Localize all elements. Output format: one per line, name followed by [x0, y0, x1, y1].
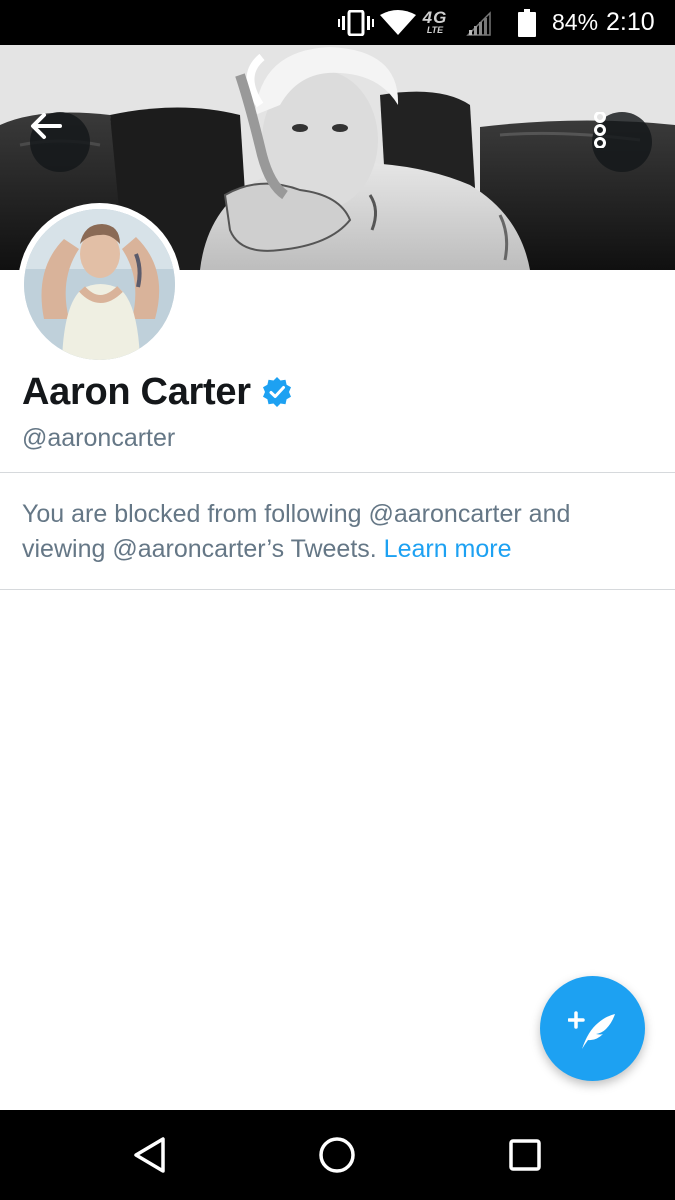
status-bar: 4G LTE 84% 2:10 — [0, 0, 675, 45]
nav-home-icon — [319, 1137, 355, 1173]
avatar[interactable] — [18, 203, 181, 366]
clock: 2:10 — [606, 8, 655, 36]
signal-icon — [466, 0, 494, 45]
divider — [0, 589, 675, 590]
network-type-indicator: 4G LTE — [422, 0, 448, 45]
battery-percent: 84% — [552, 9, 599, 35]
learn-more-link[interactable]: Learn more — [384, 535, 512, 563]
nav-recents-button[interactable] — [480, 1110, 570, 1200]
nav-recents-icon — [509, 1139, 541, 1171]
vibrate-icon — [338, 0, 374, 45]
blocked-notice: You are blocked from following @aaroncar… — [22, 497, 652, 567]
nav-back-icon — [134, 1137, 165, 1173]
display-name-row: Aaron Carter — [22, 368, 293, 416]
username: @aaroncarter — [22, 424, 176, 452]
battery-icon — [518, 0, 538, 45]
more-vertical-icon — [594, 112, 606, 148]
arrow-left-icon — [31, 113, 62, 139]
display-name: Aaron Carter — [22, 370, 251, 413]
back-button[interactable] — [30, 112, 90, 172]
system-nav-bar — [0, 1110, 675, 1200]
nav-back-button[interactable] — [105, 1110, 195, 1200]
wifi-icon — [380, 0, 420, 45]
compose-tweet-button[interactable] — [540, 976, 645, 1081]
verified-badge-icon — [261, 376, 293, 408]
more-options-button[interactable] — [592, 112, 652, 172]
divider — [0, 472, 675, 473]
compose-tweet-icon — [567, 1010, 615, 1049]
network-subtype-label: LTE — [426, 25, 444, 35]
nav-home-button[interactable] — [292, 1110, 382, 1200]
network-type-label: 4G — [422, 8, 448, 27]
avatar-image — [24, 209, 175, 360]
